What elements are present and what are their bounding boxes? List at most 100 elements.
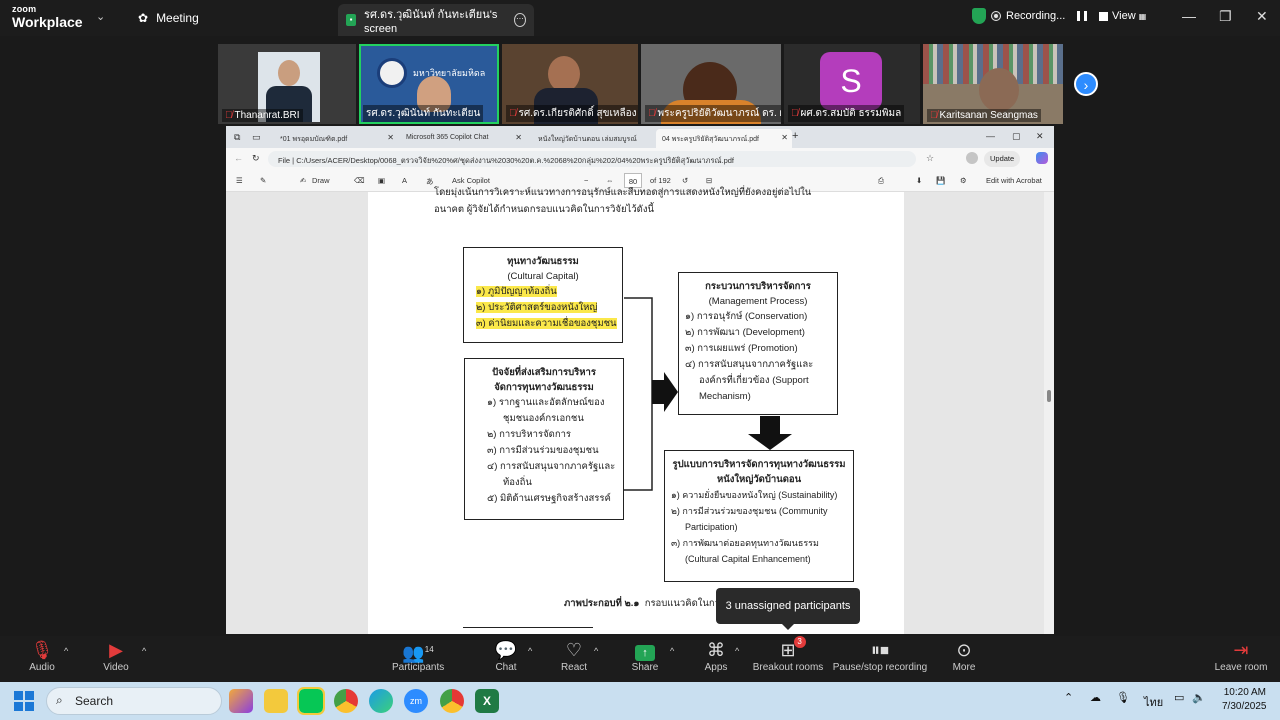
draw-label[interactable]: Draw [312,176,330,185]
logo-line1: zoom [12,4,37,14]
meeting-menu[interactable]: ✿ Meeting [138,11,199,25]
more-label: More [952,662,976,673]
participant-gallery: 🎙̸ Thananrat.BRI มหาวิทยาลัยมหิดล รศ.ดร.ว… [218,44,1063,124]
settings-icon[interactable]: ⚙ [960,176,967,185]
react-button[interactable]: ♡ React [558,638,590,673]
url-field[interactable]: File | C:/Users/ACER/Desktop/0068_ตรวจวิ… [268,151,916,167]
next-page-arrow-icon[interactable]: › [1074,72,1098,96]
contents-icon[interactable]: ☰ [236,176,243,185]
share-options-caret[interactable]: ^ [670,646,674,656]
tab-actions-icon[interactable]: ▭ [252,132,261,143]
copilot-icon[interactable] [1036,152,1048,164]
back-icon[interactable]: ← [234,153,243,163]
more-button[interactable]: ⊙ More [948,638,980,673]
audio-options-caret[interactable]: ^ [64,646,68,656]
rotate-icon[interactable]: ↺ [682,176,688,185]
read-aloud-icon[interactable]: A [402,176,407,185]
close-button[interactable]: ✕ [1256,8,1268,25]
shared-screen-tab[interactable]: ▪ รศ.ดร.วุฒินันท์ กันทะเตียน's screen ··… [338,4,534,36]
wifi-icon[interactable]: ▭ [1174,691,1184,704]
profile-avatar[interactable] [966,152,978,164]
list-item: ๒) การมีส่วนร่วมของชุมชน (Community [671,506,828,516]
breakout-rooms-button[interactable]: ⊞ 3 Breakout rooms [752,636,824,673]
list-item: ๓) การพัฒนาต่อยอดทุนทางวัฒนธรรม [671,538,819,548]
view-button[interactable]: View ▦ [1112,10,1146,22]
share-button[interactable]: ↑ Share [629,638,661,673]
browser-tab[interactable]: หนังใหญ่วัดบ้านดอน เล่มสมบูรณ์✕ [532,129,670,148]
taskbar-search[interactable]: ⌕ Search [46,687,222,715]
apps-button[interactable]: ⌘ Apps [700,638,732,673]
update-button[interactable]: Update [984,151,1021,167]
apps-icon: ⌘ [707,640,725,660]
window-maximize-icon[interactable]: ▢ [1012,131,1021,142]
print-icon[interactable]: ⎙ [878,176,884,186]
excel-icon[interactable]: X [475,689,499,713]
workspace-icon[interactable]: ⧉ [234,132,240,143]
chat-button[interactable]: 💬 Chat [490,638,522,673]
chrome-icon[interactable] [334,689,358,713]
browser-tab[interactable]: Microsoft 365 Copilot Chat ✕ [400,129,526,148]
react-options-caret[interactable]: ^ [594,646,598,656]
participant-tile[interactable]: 🎙̸ Karitsanan Seangmas [923,44,1063,124]
microphone-tray-icon[interactable]: 🎙 [1116,691,1130,704]
save-as-icon[interactable]: ⬇ [916,176,922,185]
participants-button[interactable]: 👥14 Participants [392,638,444,673]
edge-icon[interactable] [369,689,393,713]
language-indicator[interactable]: ไทย [1144,693,1163,711]
video-button[interactable]: ▶ Video [100,638,132,673]
leave-room-button[interactable]: ⇥ Leave room [1212,638,1270,673]
file-explorer-icon[interactable] [264,689,288,713]
line-app-icon[interactable] [297,687,325,715]
network-status-icon[interactable]: ☁ [1090,691,1101,704]
refresh-icon[interactable]: ↻ [252,153,260,164]
window-close-icon[interactable]: ✕ [1036,131,1044,142]
highlight-icon[interactable]: ✎ [260,176,266,185]
zoom-app-icon[interactable]: zm [404,689,428,713]
pause-recording-button[interactable] [1077,11,1088,21]
window-minimize-icon[interactable]: — [986,131,995,141]
audio-button[interactable]: 🎙 Audio [26,638,58,673]
participant-tile[interactable]: 🎙̸ พระครูปริยัติวัฒนาภรณ์ ดร. ผ... [641,44,781,124]
update-label: Update [990,154,1015,163]
fit-page-icon[interactable]: ⇔ [606,176,614,185]
save-icon[interactable]: 💾 [936,176,945,185]
list-item: ๑) การอนุรักษ์ (Conservation) [685,311,808,322]
windows-start-icon[interactable] [14,691,34,711]
edit-with-acrobat[interactable]: Edit with Acrobat [986,176,1042,185]
copilot-taskbar-icon[interactable] [229,689,253,713]
browser-tab-active[interactable]: 04 พระครูปริยัติสุวัฒนาภรณ์.pdf ✕ [656,129,792,148]
scrollbar-thumb[interactable] [1047,390,1051,402]
react-label: React [560,662,588,673]
participant-tile[interactable]: 🎙̸ Thananrat.BRI [218,44,356,124]
tray-chevron-icon[interactable]: ⌃ [1064,691,1073,704]
minimize-button[interactable]: — [1182,8,1196,24]
page-view-icon[interactable]: ⊟ [706,176,712,185]
browser-tab[interactable]: *01 พรอุดมบัณฑิต.pdf ✕ [274,129,398,148]
chevron-down-icon[interactable]: ⌄ [96,10,105,23]
new-tab-button[interactable]: + [792,130,798,142]
participant-tile[interactable]: 🎙̸ รศ.ดร.เกียรติศักดิ์ สุขเหลือง [502,44,638,124]
stop-recording-button[interactable] [1099,11,1109,21]
zoom-out-icon[interactable]: − [584,176,588,185]
apps-options-caret[interactable]: ^ [735,646,739,656]
more-options-icon[interactable]: ··· [513,13,526,27]
draw-icon[interactable]: ✍ [300,176,306,185]
ask-copilot-label[interactable]: Ask Copilot [452,176,490,185]
participant-tile-active[interactable]: มหาวิทยาลัยมหิดล รศ.ดร.วุฒินันท์ กันทะเต… [359,44,499,124]
eraser-icon[interactable]: ⌫ [354,176,365,185]
box-title: กระบวนการบริหารจัดการ [705,281,811,292]
clock[interactable]: 10:20 AM 7/30/2025 [1222,686,1267,714]
chat-options-caret[interactable]: ^ [528,646,532,656]
video-options-caret[interactable]: ^ [142,646,146,656]
pdf-scrollbar[interactable] [1044,192,1054,634]
participant-name: 🎙̸ ผศ.ดร.สมบัติ ธรรมพิมล [788,105,905,122]
favorites-icon[interactable]: ☆ [926,153,934,164]
view-icon[interactable]: ▣ [378,176,385,185]
restore-button[interactable]: ❐ [1219,8,1232,25]
chat-label: Chat [495,662,517,673]
translate-icon[interactable]: あ [426,176,434,187]
pause-stop-recording-button[interactable]: ⏸⏹ Pause/stop recording [832,638,928,673]
participant-tile[interactable]: S 🎙̸ ผศ.ดร.สมบัติ ธรรมพิมล [784,44,920,124]
chrome-profile-icon[interactable] [440,689,464,713]
volume-icon[interactable]: 🔈 [1192,691,1206,704]
